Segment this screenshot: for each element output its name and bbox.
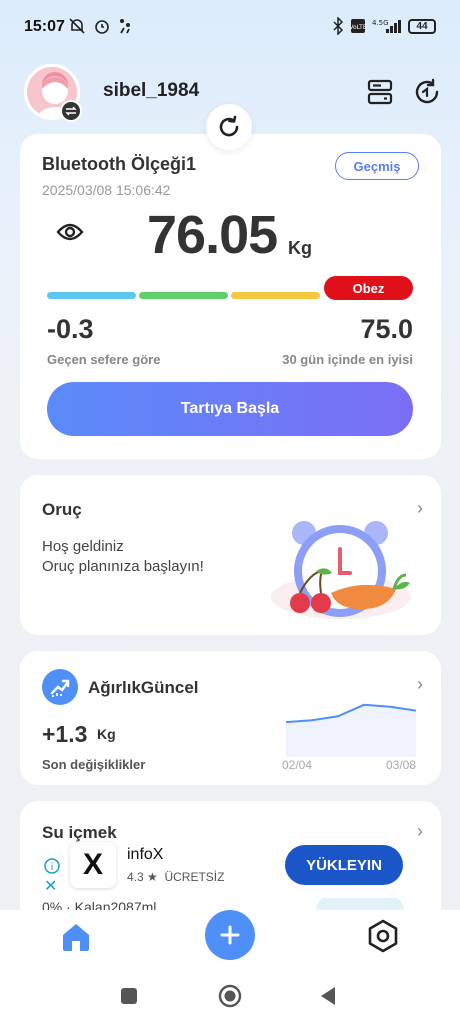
weight-unit: Kg	[288, 238, 312, 258]
weight-update-card[interactable]: AğırlıkGüncel › +1.3 Kg Son değişiklikle…	[20, 651, 441, 785]
home-icon[interactable]	[60, 922, 92, 952]
bmi-bar-normal	[139, 292, 228, 299]
ad-app-logo: X	[70, 842, 116, 888]
refresh-icon[interactable]	[413, 78, 441, 106]
weight-value: 76.05	[147, 205, 278, 265]
weight-change-subtitle: Son değişiklikler	[42, 757, 146, 772]
weight-mini-chart	[286, 703, 416, 757]
ad-price: ÜCRETSİZ	[164, 870, 225, 884]
start-weighing-button[interactable]: Tartıya Başla	[47, 382, 413, 436]
home-nav-button[interactable]	[218, 984, 242, 1008]
best-value: 75.0	[360, 314, 413, 344]
svg-text:i: i	[51, 862, 54, 873]
battery-icon: 44	[408, 18, 436, 34]
ad-close-icon[interactable]: ✕	[44, 876, 57, 896]
ad-banner[interactable]: i ✕ X infoX 4.3 ★ ÜCRETSİZ YÜKLEYIN	[40, 842, 420, 898]
system-navigation-bar	[0, 970, 460, 1024]
battery-level: 44	[416, 20, 428, 32]
chevron-right-icon: ›	[417, 498, 423, 518]
category-badge: Obez	[324, 276, 413, 300]
svg-text:4.5G: 4.5G	[372, 19, 389, 27]
bmi-bar-overweight	[231, 292, 320, 299]
back-nav-button[interactable]	[319, 986, 337, 1006]
fasting-card[interactable]: Oruç › Hoş geldiniz Oruç planınıza başla…	[20, 475, 441, 635]
alarm-icon	[95, 20, 109, 34]
measurement-timestamp: 2025/03/08 15:06:42	[42, 182, 171, 198]
username: sibel_1984	[103, 80, 200, 101]
chevron-right-icon: ›	[417, 674, 423, 694]
eye-icon[interactable]	[56, 222, 84, 242]
ad-rating-value: 4.3 ★	[127, 870, 158, 884]
status-bar: 15:07 VoLTE 4.5G 44	[0, 0, 460, 52]
trend-up-icon	[42, 669, 78, 705]
sync-icon	[219, 115, 239, 137]
bmi-bar-underweight	[47, 292, 136, 299]
recents-button[interactable]	[121, 988, 137, 1004]
volte-icon: VoLTE	[350, 19, 366, 33]
sync-button[interactable]	[206, 104, 252, 150]
change-label: Geçen sefere göre	[47, 352, 161, 367]
fasting-welcome: Hoş geldiniz	[42, 538, 124, 555]
change-value: -0.3	[47, 314, 94, 344]
weight-update-title: AğırlıkGüncel	[88, 678, 199, 697]
status-time: 15:07	[24, 18, 65, 35]
bluetooth-icon	[333, 17, 344, 35]
chevron-right-icon: ›	[417, 821, 423, 841]
fasting-prompt: Oruç planınıza başlayın!	[42, 558, 204, 575]
history-button[interactable]: Geçmiş	[335, 152, 419, 180]
status-icons-left	[68, 17, 132, 35]
ad-install-button[interactable]: YÜKLEYIN	[285, 845, 403, 885]
water-title: Su içmek	[42, 823, 117, 842]
ad-app-name: infoX	[127, 846, 164, 863]
weight-change-unit: Kg	[97, 726, 116, 742]
scale-card: Bluetooth Ölçeği1 2025/03/08 15:06:42 Ge…	[20, 134, 441, 459]
settings-hexagon-icon[interactable]	[367, 919, 399, 953]
switch-account-icon[interactable]	[60, 100, 82, 122]
signal-4.5g-icon: 4.5G	[372, 19, 401, 33]
chart-area	[286, 704, 416, 757]
chart-x-end: 03/08	[385, 758, 416, 772]
best-label: 30 gün içinde en iyisi	[282, 352, 413, 367]
fasting-title: Oruç	[42, 500, 82, 519]
plus-icon	[220, 925, 240, 945]
ad-info-icon[interactable]: i	[44, 858, 60, 874]
fasting-clock-illustration	[271, 521, 411, 619]
device-name: Bluetooth Ölçeği1	[42, 154, 197, 174]
chart-x-start: 02/04	[282, 758, 313, 772]
weight-change-value: +1.3	[42, 721, 88, 747]
status-icons-right: VoLTE 4.5G 44	[332, 17, 436, 35]
ad-rating: 4.3 ★ ÜCRETSİZ	[127, 870, 224, 884]
svg-text:VoLTE: VoLTE	[350, 24, 366, 31]
activity-icon	[120, 19, 130, 34]
muted-notifications-icon	[69, 18, 85, 34]
data-panel-icon[interactable]	[366, 78, 394, 106]
add-button[interactable]	[205, 910, 255, 960]
